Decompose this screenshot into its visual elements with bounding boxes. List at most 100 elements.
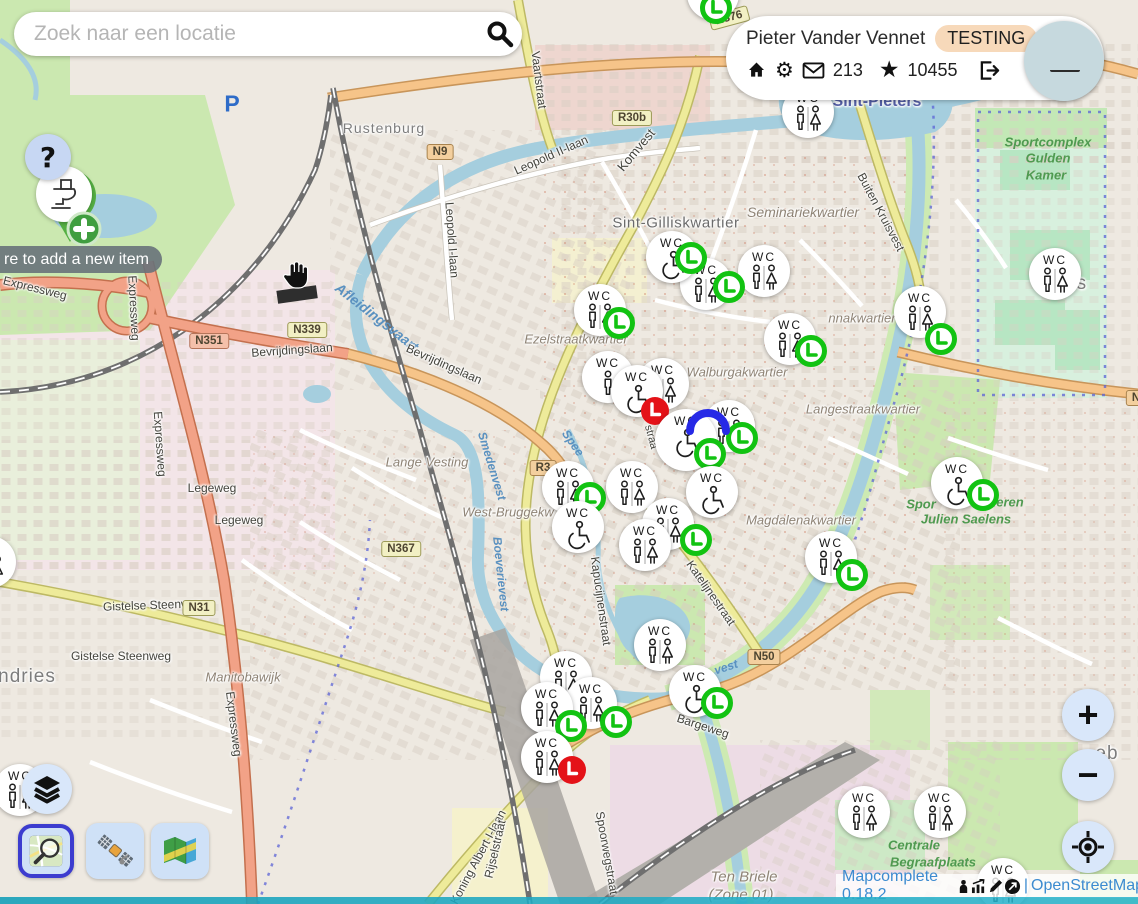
map-label: Ten Briele (711, 869, 778, 886)
background-style-osm-button[interactable] (18, 824, 74, 878)
pin-label: WC (717, 406, 741, 419)
road-shield: N339 (287, 322, 327, 338)
layers-button[interactable] (22, 764, 72, 814)
changesets-button[interactable]: ★ (879, 57, 900, 83)
messages-button[interactable] (802, 62, 825, 79)
wc-pin[interactable]: WC (0, 536, 16, 588)
wc-pin[interactable]: WC (764, 313, 816, 365)
wc-pin[interactable]: WC (931, 457, 983, 509)
pin-label: WC (683, 671, 707, 684)
map-label: Afleidingsvaart (332, 280, 422, 355)
changesets-count: 10455 (908, 60, 958, 81)
background-style-satellite-button[interactable] (86, 823, 144, 879)
openstreetmap-link[interactable]: OpenStreetMap (1031, 877, 1138, 895)
map-label: Spoorwegstraat (593, 810, 621, 895)
folded-map-icon (160, 833, 200, 869)
pin-label: WC (674, 415, 698, 428)
bottom-accent-bar (0, 897, 1138, 904)
map-label: Legeweg (188, 481, 237, 495)
help-button[interactable]: ? (25, 134, 71, 180)
wc-pin[interactable]: WC (574, 284, 626, 336)
pin-label: WC (633, 525, 657, 538)
road-shield: N9 (427, 144, 454, 160)
map-with-magnifier-icon (28, 833, 64, 869)
wc-pin[interactable]: WC (565, 677, 617, 729)
map-label: Gulden (1026, 151, 1071, 166)
map-label: Vaartstraat (529, 50, 550, 109)
bar-chart-icon[interactable] (971, 879, 987, 894)
map-label: Rustenburg (343, 120, 425, 136)
map-label: Expressweg (223, 691, 245, 758)
pin-label: WC (596, 357, 620, 370)
home-button[interactable] (746, 60, 767, 80)
wheelchair-icon (563, 520, 593, 550)
pin-label: WC (620, 467, 644, 480)
pin-label: WC (535, 688, 559, 701)
avatar[interactable] (1024, 21, 1104, 101)
map-label: Lange Vesting (386, 455, 469, 470)
logout-button[interactable] (978, 60, 1001, 81)
settings-button[interactable]: ⚙ (775, 58, 794, 82)
pin-label: WC (752, 251, 776, 264)
wc-pin[interactable]: WC (894, 286, 946, 338)
map-label: P (224, 91, 239, 118)
wc-pin[interactable]: WC (686, 466, 738, 518)
zoom-in-button[interactable]: + (1062, 689, 1114, 741)
pin-label: WC (554, 657, 578, 670)
wc-pin[interactable]: WC (521, 682, 573, 734)
background-style-map-button[interactable] (151, 823, 209, 879)
male-female-icon (532, 701, 562, 729)
map-label: Boeverievest (490, 536, 512, 612)
wc-pin[interactable]: WC (1029, 248, 1081, 300)
pin-label: WC (819, 537, 843, 550)
pin-label: WC (656, 504, 680, 517)
search-bar (14, 12, 522, 56)
road-shield: R30b (612, 110, 652, 126)
wc-pin[interactable]: WC (619, 519, 671, 571)
map-label: Kamer (1026, 168, 1066, 183)
road-shield: N31 (182, 600, 215, 616)
pin-label: WC (945, 463, 969, 476)
user-name: Pieter Vander Vennet (746, 28, 925, 50)
wc-pin[interactable]: WC (838, 786, 890, 838)
search-input[interactable] (32, 21, 478, 47)
male-female-icon (775, 332, 805, 360)
user-stats-icon[interactable] (957, 879, 970, 894)
wc-pin[interactable]: WC (805, 531, 857, 583)
pin-label: WC (928, 792, 952, 805)
opening-hours-open-badge (679, 523, 713, 562)
pin-label: WC (1043, 254, 1067, 267)
open-clock-icon (679, 523, 713, 557)
crosshair-icon (1072, 831, 1104, 863)
search-button[interactable] (478, 12, 522, 56)
map-label: Gistelse Steenweg (71, 649, 171, 663)
wc-pin[interactable]: WC (914, 786, 966, 838)
map-label: Sportcomplex (1005, 135, 1092, 150)
logout-icon (978, 60, 1001, 81)
pin-label: WC (588, 290, 612, 303)
map-label: Kapucijnenstraat (588, 556, 614, 646)
wc-pin[interactable]: WC (611, 365, 663, 417)
map-label: Ezelstraatkwartier (524, 332, 627, 347)
map-label: Manitobawijk (205, 670, 280, 685)
map-label: Komvest (614, 126, 658, 174)
wc-pin[interactable]: WC (669, 665, 721, 717)
wc-pin[interactable]: WC (634, 619, 686, 671)
map-label: Langestraatkwartier (806, 402, 920, 417)
osm-circle-icon[interactable] (1004, 878, 1021, 895)
road-shield: N367 (381, 541, 421, 557)
wc-pin[interactable]: WC (687, 0, 739, 20)
zoom-out-button[interactable]: − (1062, 749, 1114, 801)
wheelchair-icon (671, 428, 701, 458)
wc-pin[interactable]: WC (655, 409, 717, 471)
map-label: Centrale (888, 838, 940, 853)
wc-pin[interactable]: WC (738, 245, 790, 297)
geolocate-button[interactable] (1062, 821, 1114, 873)
testing-badge: TESTING (935, 25, 1037, 52)
pin-label: WC (556, 467, 580, 480)
wc-pin[interactable]: WC (521, 731, 573, 783)
map-overlays: Brugge-Sint-PietersRustenburgVaartstraat… (0, 0, 1138, 904)
edit-pencil-icon[interactable] (988, 879, 1003, 894)
wc-pin[interactable]: WC (552, 501, 604, 553)
wc-pin[interactable]: WC (646, 231, 698, 283)
